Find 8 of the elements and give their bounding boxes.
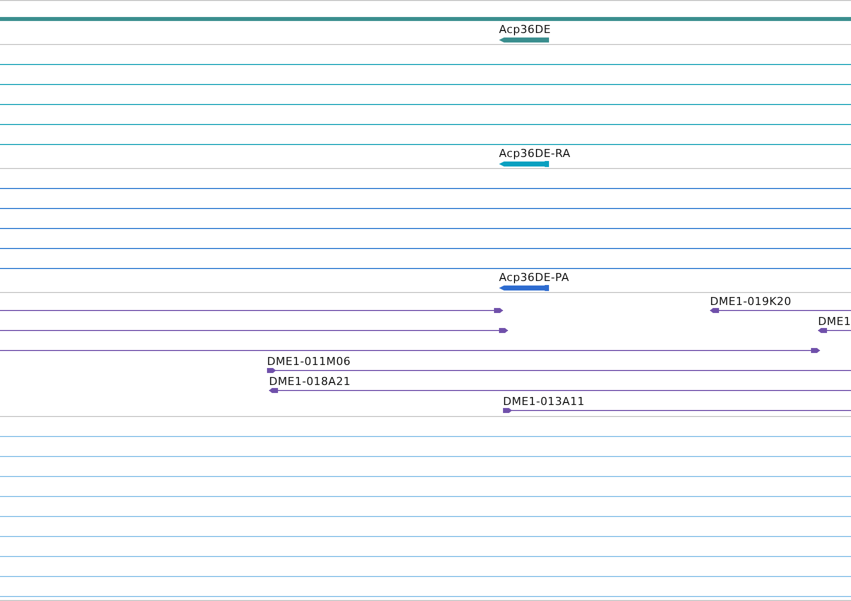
- gene-label: Acp36DE: [499, 23, 551, 36]
- gene-label: Acp36DE-PA: [499, 271, 570, 284]
- clone-label: DME1-011M06: [267, 355, 351, 368]
- gene-label: Acp36DE-RA: [499, 147, 570, 160]
- clone-label: DME1-019K20: [710, 295, 792, 308]
- clone-label: DME1: [818, 315, 851, 328]
- clone-label: DME1-018A21: [269, 375, 351, 388]
- clone-label: DME1-013A11: [503, 395, 585, 408]
